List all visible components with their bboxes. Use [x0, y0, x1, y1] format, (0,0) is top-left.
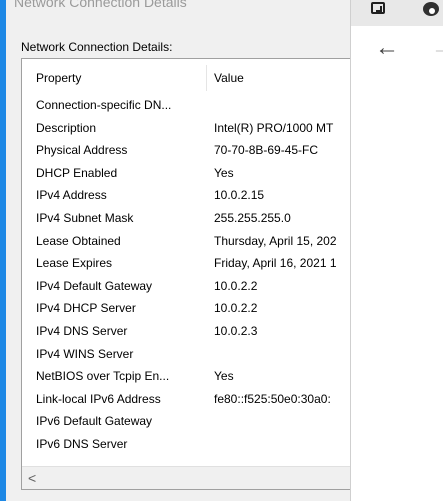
value-cell: 255.255.255.0 [214, 210, 291, 225]
window-edge-icon[interactable] [371, 2, 385, 14]
listview-rows: Connection-specific DN... Description In… [22, 95, 356, 457]
property-cell: IPv6 DNS Server [36, 436, 128, 451]
property-cell: IPv4 Address [36, 188, 107, 203]
table-row[interactable]: IPv4 Subnet Mask 255.255.255.0 [22, 208, 356, 231]
property-cell: IPv4 Default Gateway [36, 278, 153, 293]
table-row[interactable]: IPv4 WINS Server [22, 344, 356, 367]
details-listview[interactable]: Property Value Connection-specific DN...… [21, 58, 356, 490]
value-cell: fe80::f525:50e0:30a0: [214, 391, 331, 406]
table-row[interactable]: Description Intel(R) PRO/1000 MT [22, 118, 356, 141]
property-cell: IPv4 DHCP Server [36, 301, 136, 316]
tab-profile-icon[interactable] [423, 2, 439, 16]
scroll-left-icon[interactable]: < [28, 470, 36, 486]
back-arrow-icon[interactable]: ← [375, 34, 399, 62]
value-cell: Yes [214, 165, 234, 180]
table-row[interactable]: IPv4 Address 10.0.2.15 [22, 185, 356, 208]
listview-header: Property Value [22, 59, 356, 93]
column-separator[interactable] [206, 65, 207, 91]
section-label: Network Connection Details: [21, 40, 173, 54]
property-cell: IPv4 Subnet Mask [36, 210, 134, 225]
property-cell: DHCP Enabled [36, 165, 118, 180]
forward-arrow-icon[interactable]: → [431, 34, 443, 62]
column-header-value[interactable]: Value [214, 71, 244, 85]
table-row[interactable]: Physical Address 70-70-8B-69-45-FC [22, 140, 356, 163]
value-cell: 10.0.2.2 [214, 301, 258, 316]
value-cell: 70-70-8B-69-45-FC [214, 143, 319, 158]
table-row[interactable]: IPv6 DNS Server [22, 434, 356, 457]
browser-window-edge: ← → [350, 0, 443, 501]
table-row[interactable]: Lease Expires Friday, April 16, 2021 1 [22, 253, 356, 276]
property-cell: IPv4 WINS Server [36, 346, 134, 361]
table-row[interactable]: Lease Obtained Thursday, April 15, 202 [22, 231, 356, 254]
property-cell: Description [36, 120, 97, 135]
value-cell: 10.0.2.2 [214, 278, 258, 293]
value-cell: Thursday, April 15, 202 [214, 233, 337, 248]
property-cell: Lease Obtained [36, 233, 121, 248]
column-header-property[interactable]: Property [36, 71, 81, 85]
table-row[interactable]: Connection-specific DN... [22, 95, 356, 118]
table-row[interactable]: IPv6 Default Gateway [22, 411, 356, 434]
value-cell: 10.0.2.3 [214, 323, 258, 338]
dialog-titlebar[interactable]: Network Connection Details [6, 0, 350, 20]
dialog-title: Network Connection Details [14, 0, 187, 10]
property-cell: Link-local IPv6 Address [36, 391, 161, 406]
table-row[interactable]: DHCP Enabled Yes [22, 163, 356, 186]
table-row[interactable]: Link-local IPv6 Address fe80::f525:50e0:… [22, 389, 356, 412]
property-cell: IPv6 Default Gateway [36, 414, 153, 429]
table-row[interactable]: IPv4 Default Gateway 10.0.2.2 [22, 276, 356, 299]
property-cell: NetBIOS over Tcpip En... [36, 369, 170, 384]
network-connection-details-dialog: Network Connection Details Network Conne… [0, 0, 356, 501]
value-cell: Intel(R) PRO/1000 MT [214, 120, 334, 135]
property-cell: Lease Expires [36, 256, 113, 271]
table-row[interactable]: IPv4 DHCP Server 10.0.2.2 [22, 298, 356, 321]
value-cell: 10.0.2.15 [214, 188, 265, 203]
property-cell: Physical Address [36, 143, 128, 158]
property-cell: IPv4 DNS Server [36, 323, 128, 338]
horizontal-scrollbar[interactable]: < [22, 466, 356, 489]
screen: Network Connection Details Network Conne… [0, 0, 443, 501]
value-cell: Friday, April 16, 2021 1 [214, 256, 337, 271]
table-row[interactable]: IPv4 DNS Server 10.0.2.3 [22, 321, 356, 344]
table-row[interactable]: NetBIOS over Tcpip En... Yes [22, 366, 356, 389]
browser-nav-bar: ← → [351, 26, 443, 76]
browser-tabstrip [351, 0, 443, 26]
property-cell: Connection-specific DN... [36, 98, 172, 112]
value-cell: Yes [214, 369, 234, 384]
